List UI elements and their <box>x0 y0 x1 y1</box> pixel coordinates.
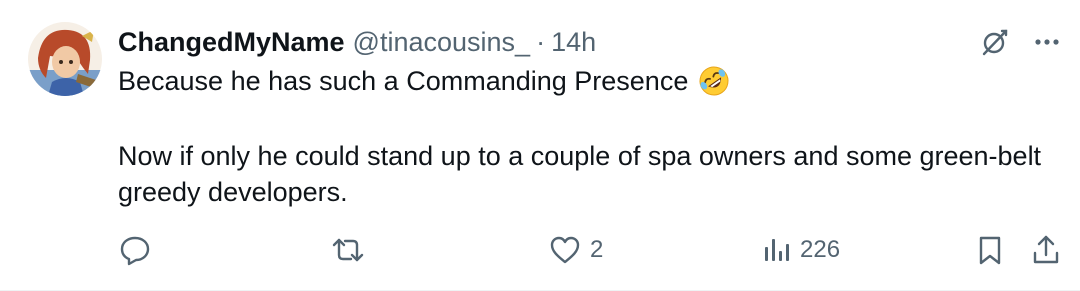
separator-dot: · <box>536 27 546 57</box>
display-name[interactable]: ChangedMyName <box>118 24 345 60</box>
rolling-on-floor-laughing-emoji <box>699 66 729 96</box>
top-actions <box>980 24 1062 60</box>
share-button[interactable] <box>1030 228 1062 272</box>
avatar-image <box>28 22 102 96</box>
like-button[interactable]: 2 <box>548 228 603 272</box>
heart-icon <box>550 236 580 264</box>
bookmark-icon <box>979 236 1001 265</box>
tweet-text-line1: Because he has such a Commanding Presenc… <box>118 62 1058 100</box>
share-icon <box>1033 235 1059 264</box>
reply-button[interactable] <box>118 228 152 272</box>
views-icon <box>765 239 789 261</box>
retweet-button[interactable] <box>330 228 366 272</box>
action-bar: 2 226 <box>0 228 1080 272</box>
bookmark-button[interactable] <box>976 228 1004 272</box>
grok-icon[interactable] <box>980 27 1010 57</box>
avatar[interactable] <box>28 22 102 96</box>
tweet-text: Because he has such a Commanding Presenc… <box>118 62 1058 210</box>
retweet-icon <box>332 238 364 262</box>
like-count: 2 <box>590 236 604 263</box>
reply-icon <box>120 236 150 266</box>
tweet-header: ChangedMyName @tinacousins_ · 14h <box>118 24 596 60</box>
views-button[interactable]: 226 <box>762 228 840 272</box>
tweet-text-line1-label: Because he has such a Commanding Presenc… <box>118 66 689 96</box>
user-handle[interactable]: @tinacousins_ <box>353 24 531 60</box>
tweet[interactable]: ChangedMyName @tinacousins_ · 14h Becaus… <box>0 0 1080 291</box>
tweet-text-paragraph-2: Now if only he could stand up to a coupl… <box>118 141 1042 207</box>
views-count: 226 <box>800 236 841 263</box>
timestamp[interactable]: 14h <box>551 24 596 60</box>
more-icon[interactable] <box>1032 27 1062 57</box>
